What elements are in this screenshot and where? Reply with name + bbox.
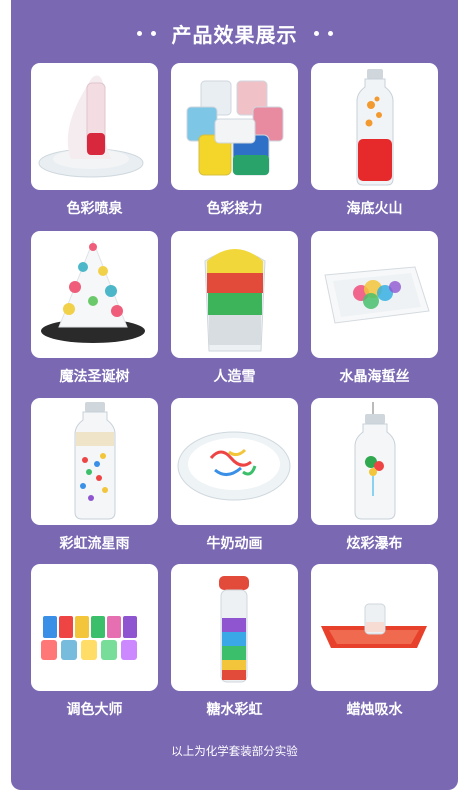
- product-showcase-panel: 产品效果展示 色彩喷泉 色彩接力 海底火山 魔法圣诞树 人造雪 水晶海蜇丝 彩虹…: [11, 0, 458, 790]
- experiment-card-rainbow-meteor-shower: [31, 398, 158, 525]
- magic-christmas-tree-image: [41, 239, 145, 343]
- experiment-card-milk-animation: [171, 398, 298, 525]
- footer-note: 以上为化学套装部分实验: [171, 744, 298, 758]
- experiment-card-sugar-water-rainbow: [171, 564, 298, 691]
- experiment-card-color-mixing-master: [31, 564, 158, 691]
- candle-absorbs-water-image: [321, 603, 427, 648]
- rainbow-meteor-shower-image: [74, 402, 116, 520]
- experiment-card-crystal-jellyfish: [311, 231, 438, 358]
- experiment-label: 人造雪: [213, 369, 256, 385]
- milk-animation-image: [177, 431, 291, 501]
- experiment-card-undersea-volcano: [311, 63, 438, 190]
- experiment-label: 魔法圣诞树: [59, 369, 130, 385]
- artificial-snow-image: [204, 249, 266, 352]
- experiment-card-artificial-snow: [171, 231, 298, 358]
- experiment-card-magic-christmas-tree: [31, 231, 158, 358]
- experiment-label: 海底火山: [346, 201, 403, 217]
- dazzling-waterfall-image: [354, 402, 396, 520]
- experiment-grid: 色彩喷泉 色彩接力 海底火山 魔法圣诞树 人造雪 水晶海蜇丝 彩虹流星雨 牛奶动…: [11, 0, 458, 790]
- experiment-card-color-relay: [171, 63, 298, 190]
- experiment-label: 彩虹流星雨: [59, 536, 130, 552]
- experiment-label: 糖水彩虹: [206, 702, 263, 718]
- experiment-label: 色彩接力: [206, 201, 263, 217]
- experiment-label: 调色大师: [66, 702, 123, 718]
- experiment-label: 牛奶动画: [206, 536, 263, 552]
- experiment-label: 水晶海蜇丝: [339, 369, 410, 385]
- sugar-water-rainbow-image: [219, 576, 249, 683]
- experiment-card-color-fountain: [31, 63, 158, 190]
- experiment-label: 色彩喷泉: [66, 201, 123, 217]
- experiment-card-candle-absorbs-water: [311, 564, 438, 691]
- undersea-volcano-image: [356, 69, 394, 186]
- experiment-label: 蜡烛吸水: [346, 702, 403, 718]
- experiment-label: 炫彩瀑布: [346, 536, 403, 552]
- experiment-card-dazzling-waterfall: [311, 398, 438, 525]
- color-mixing-master-image: [41, 616, 137, 660]
- crystal-jellyfish-image: [324, 266, 430, 324]
- color-relay-image: [186, 80, 284, 176]
- color-fountain-image: [38, 75, 144, 178]
